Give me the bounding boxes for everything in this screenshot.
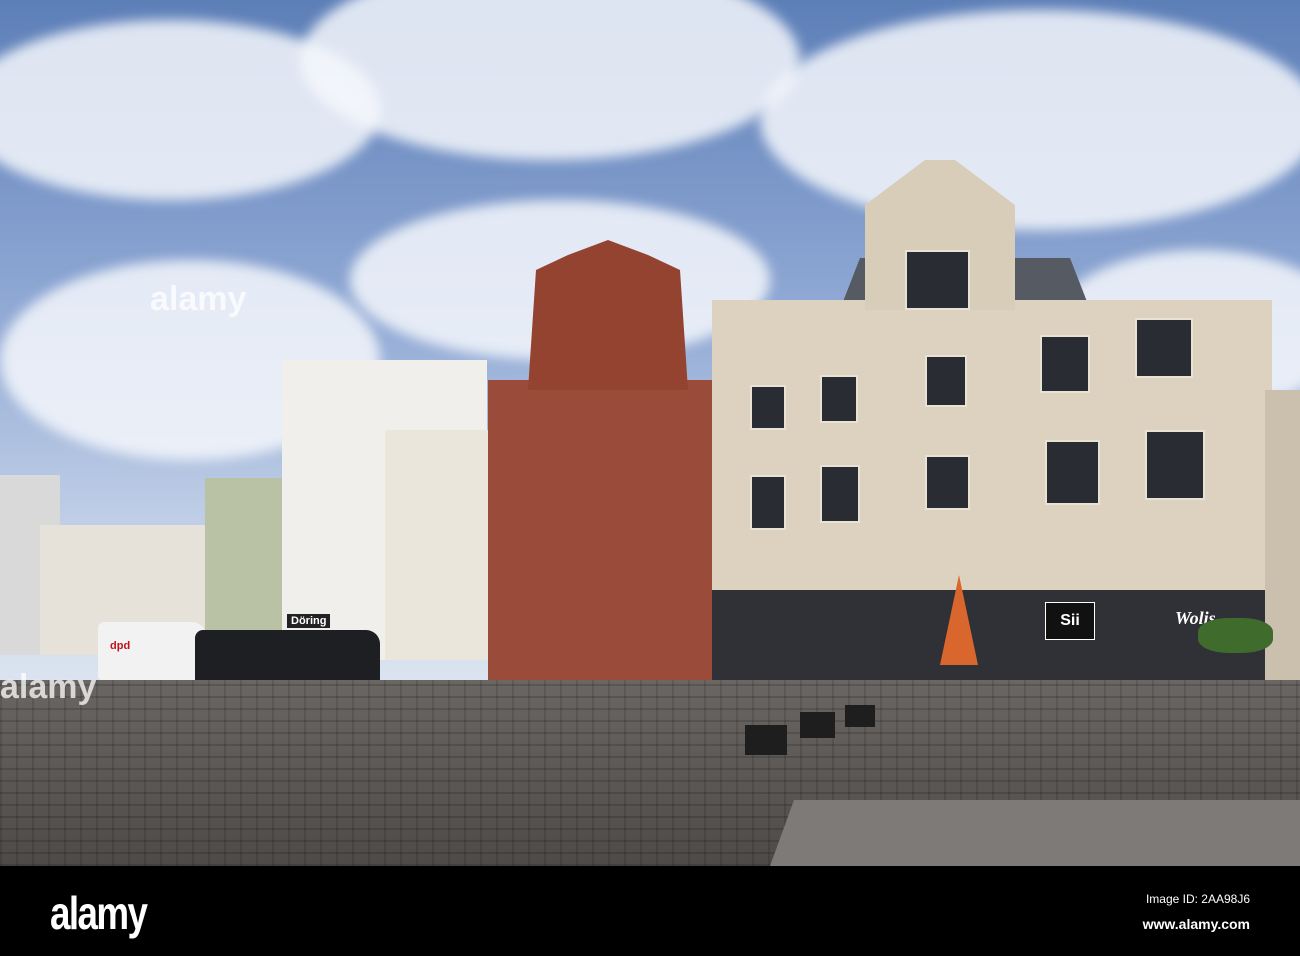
- planter: [745, 725, 787, 755]
- website-link: www.alamy.com: [1142, 916, 1250, 932]
- shop-sign-sii: Sii: [1045, 602, 1095, 640]
- flower-basket: [1198, 618, 1273, 653]
- photo-scene: dpd Döring Sii Wolis alamy alamy: [0, 0, 1300, 866]
- paving-slab: [770, 800, 1300, 866]
- van-sign: dpd: [110, 640, 131, 652]
- image-id: Image ID: 2AA98J6: [1145, 892, 1250, 906]
- planter: [800, 712, 835, 738]
- building-red-gothic: [488, 380, 718, 700]
- shop-sign-left: Döring: [287, 614, 331, 628]
- watermark: alamy: [150, 280, 247, 318]
- building-red-gable: [528, 240, 688, 390]
- planter: [845, 705, 875, 727]
- building-right-edge: [1265, 390, 1300, 690]
- alamy-logo: alamy: [50, 887, 148, 939]
- footer-bar: alamy Image ID: 2AA98J6 www.alamy.com: [0, 866, 1300, 956]
- building-white-2: [385, 430, 490, 660]
- watermark: alamy: [0, 668, 97, 706]
